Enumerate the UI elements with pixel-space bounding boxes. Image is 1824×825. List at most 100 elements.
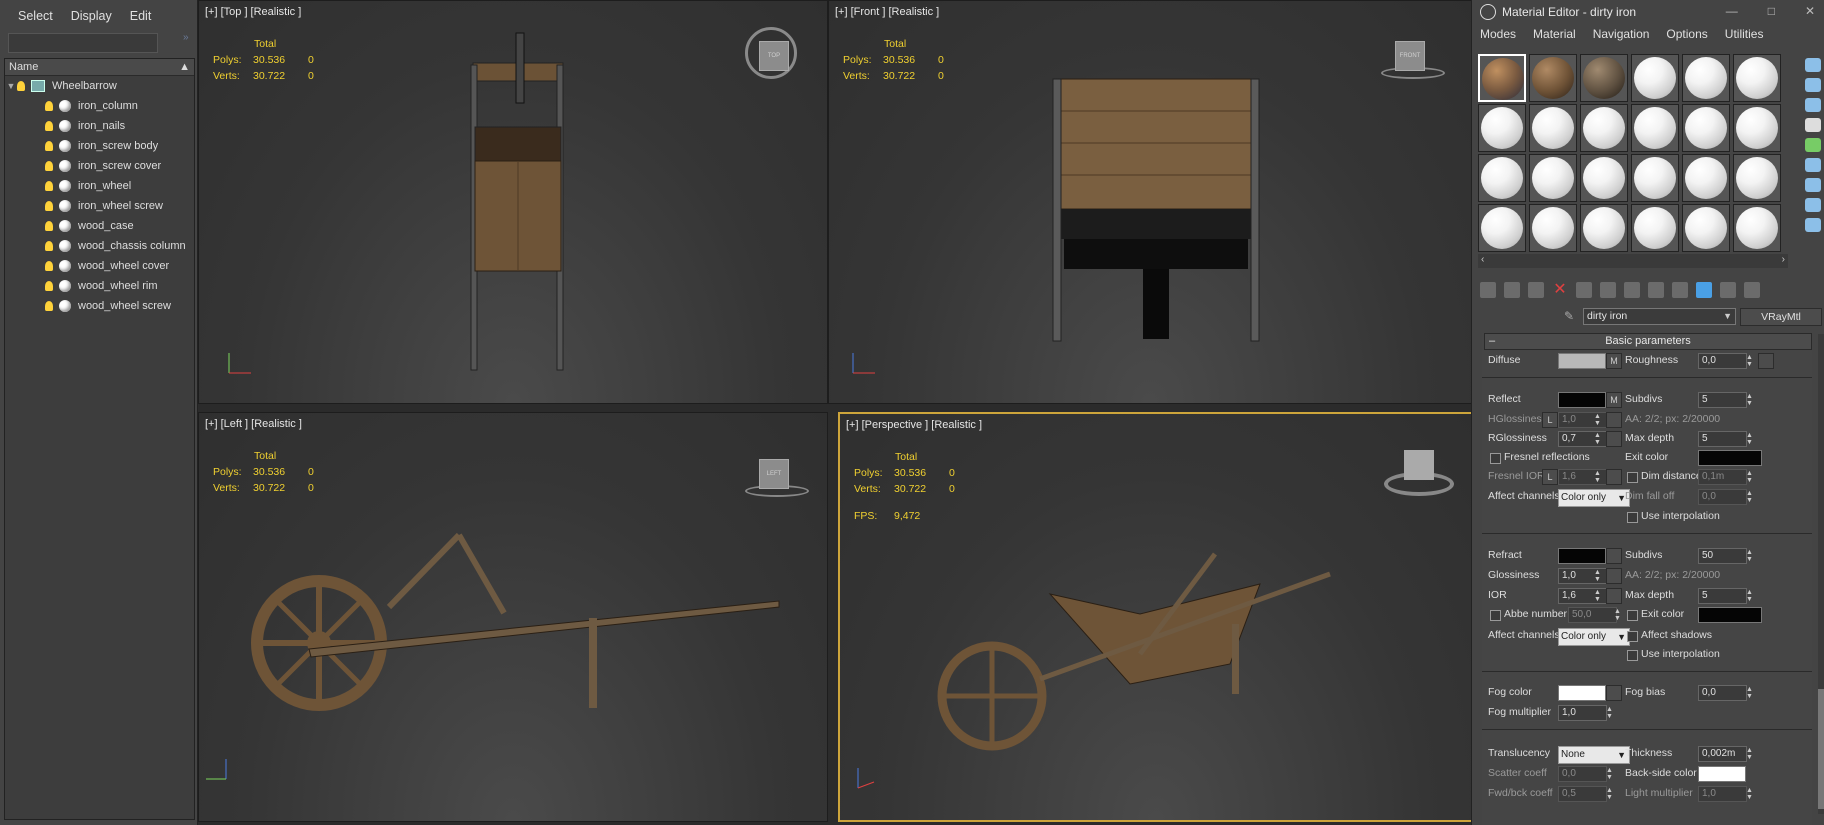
refract-max-depth-spinner[interactable]: 5	[1698, 588, 1747, 604]
lightbulb-icon[interactable]	[45, 301, 53, 311]
reflect-subdivs-spinner[interactable]: 5	[1698, 392, 1747, 408]
lightbulb-icon[interactable]	[45, 141, 53, 151]
name-column-header[interactable]: Name ▲	[5, 59, 194, 76]
back-side-color-swatch[interactable]	[1698, 766, 1746, 782]
backlight-icon[interactable]	[1805, 78, 1821, 92]
fog-color-swatch[interactable]	[1558, 685, 1606, 701]
menu-options[interactable]: Options	[1666, 27, 1707, 47]
material-slot[interactable]	[1529, 104, 1577, 152]
reset-map-icon[interactable]: ✕	[1552, 282, 1568, 298]
spinner-arrows-icon[interactable]: ▲ ▼	[1746, 549, 1753, 563]
translucency-select[interactable]: None ▼	[1558, 746, 1630, 764]
hglossiness-map-button[interactable]	[1606, 412, 1622, 428]
fwd-bck-coeff-spinner[interactable]: 0,5	[1558, 786, 1607, 802]
material-slot[interactable]	[1580, 204, 1628, 252]
spinner-arrows-icon[interactable]: ▲ ▼	[1746, 490, 1753, 504]
affect-shadows-checkbox[interactable]	[1627, 631, 1638, 642]
material-name-input[interactable]: dirty iron ▼	[1583, 308, 1736, 325]
options-icon[interactable]	[1805, 178, 1821, 192]
dim-distance-spinner[interactable]: 0,1m	[1698, 469, 1747, 485]
reflect-map-button[interactable]: M	[1606, 392, 1622, 408]
material-slot[interactable]	[1631, 204, 1679, 252]
dim-distance-checkbox[interactable]	[1627, 472, 1638, 483]
menu-modes[interactable]: Modes	[1480, 27, 1516, 47]
spinner-arrows-icon[interactable]: ▲ ▼	[1594, 569, 1601, 583]
spinner-arrows-icon[interactable]: ▲ ▼	[1746, 432, 1753, 446]
material-slot[interactable]	[1733, 104, 1781, 152]
material-slot[interactable]	[1631, 54, 1679, 102]
show-map-icon[interactable]	[1672, 282, 1688, 298]
refract-exit-color-swatch[interactable]	[1698, 607, 1762, 623]
viewport-left[interactable]: [+] [Left ] [Realistic ] Total Polys: 30.…	[198, 412, 828, 822]
spinner-arrows-icon[interactable]: ▲ ▼	[1614, 608, 1621, 622]
material-slot[interactable]	[1733, 204, 1781, 252]
spinner-arrows-icon[interactable]: ▲ ▼	[1746, 393, 1753, 407]
material-slot[interactable]	[1529, 204, 1577, 252]
put-to-scene-icon[interactable]	[1504, 282, 1520, 298]
scatter-coeff-spinner[interactable]: 0,0	[1558, 766, 1607, 782]
refract-subdivs-spinner[interactable]: 50	[1698, 548, 1747, 564]
material-slot[interactable]	[1631, 104, 1679, 152]
spinner-arrows-icon[interactable]: ▲ ▼	[1746, 787, 1753, 801]
hglossiness-lock-button[interactable]: L	[1542, 412, 1558, 428]
refract-affect-channels-select[interactable]: Color only ▼	[1558, 628, 1630, 646]
spinner-arrows-icon[interactable]: ▲ ▼	[1594, 589, 1601, 603]
background-icon[interactable]	[1805, 98, 1821, 112]
explorer-search-input[interactable]	[8, 33, 158, 53]
spinner-arrows-icon[interactable]: ▲ ▼	[1606, 767, 1613, 781]
abbe-spinner[interactable]: 50,0	[1568, 607, 1617, 623]
tree-item[interactable]: iron_screw body	[5, 136, 194, 156]
spinner-arrows-icon[interactable]: ▲ ▼	[1746, 686, 1753, 700]
fog-color-map-button[interactable]	[1606, 685, 1622, 701]
viewport-perspective[interactable]: [+] [Perspective ] [Realistic ] Total Po…	[838, 412, 1474, 822]
lightbulb-icon[interactable]	[45, 181, 53, 191]
make-preview-icon[interactable]	[1805, 158, 1821, 172]
material-slot[interactable]	[1682, 104, 1730, 152]
material-slot[interactable]	[1631, 154, 1679, 202]
lightbulb-icon[interactable]	[45, 261, 53, 271]
lightbulb-icon[interactable]	[17, 81, 25, 91]
material-slot[interactable]	[1733, 154, 1781, 202]
rollout-header[interactable]: – Basic parameters	[1484, 333, 1812, 350]
tree-item[interactable]: wood_wheel rim	[5, 276, 194, 296]
light-multiplier-spinner[interactable]: 1,0	[1698, 786, 1747, 802]
tree-item[interactable]: iron_screw cover	[5, 156, 194, 176]
spinner-arrows-icon[interactable]: ▲ ▼	[1606, 706, 1613, 720]
spinner-arrows-icon[interactable]: ▲ ▼	[1594, 413, 1601, 427]
put-to-library-icon[interactable]	[1624, 282, 1640, 298]
parameters-scrollbar[interactable]	[1818, 334, 1824, 814]
spinner-arrows-icon[interactable]: ▲ ▼	[1594, 432, 1601, 446]
menu-navigation[interactable]: Navigation	[1593, 27, 1650, 47]
material-slot[interactable]	[1529, 54, 1577, 102]
make-unique-icon[interactable]	[1600, 282, 1616, 298]
rglossiness-map-button[interactable]	[1606, 431, 1622, 447]
fog-bias-spinner[interactable]: 0,0	[1698, 685, 1747, 701]
material-slot[interactable]	[1478, 204, 1526, 252]
material-type-button[interactable]: VRayMtl	[1740, 308, 1822, 326]
material-navigator-icon[interactable]	[1805, 218, 1821, 232]
get-material-icon[interactable]	[1480, 282, 1496, 298]
roughness-map-button[interactable]	[1758, 353, 1774, 369]
tree-item[interactable]: wood_chassis column	[5, 236, 194, 256]
select-by-material-icon[interactable]	[1805, 198, 1821, 212]
scroll-left-icon[interactable]: ‹	[1481, 254, 1484, 265]
refract-interpolation-checkbox[interactable]	[1627, 650, 1638, 661]
fog-multiplier-spinner[interactable]: 1,0	[1558, 705, 1607, 721]
eyedropper-icon[interactable]: ✎	[1564, 309, 1578, 323]
sample-type-icon[interactable]	[1805, 58, 1821, 72]
spinner-arrows-icon[interactable]: ▲ ▼	[1594, 470, 1601, 484]
diffuse-color-swatch[interactable]	[1558, 353, 1606, 369]
assign-to-selection-icon[interactable]	[1528, 282, 1544, 298]
lightbulb-icon[interactable]	[45, 281, 53, 291]
reflect-color-swatch[interactable]	[1558, 392, 1606, 408]
thickness-spinner[interactable]: 0,002m	[1698, 746, 1747, 762]
material-slot[interactable]	[1682, 54, 1730, 102]
tree-item[interactable]: iron_column	[5, 96, 194, 116]
material-slot[interactable]	[1580, 104, 1628, 152]
roughness-spinner[interactable]: 0,0	[1698, 353, 1747, 369]
lightbulb-icon[interactable]	[45, 241, 53, 251]
spinner-arrows-icon[interactable]: ▲ ▼	[1746, 354, 1753, 368]
spinner-arrows-icon[interactable]: ▲ ▼	[1746, 747, 1753, 761]
expand-arrows-icon[interactable]: »	[183, 32, 189, 43]
material-slot[interactable]	[1733, 54, 1781, 102]
